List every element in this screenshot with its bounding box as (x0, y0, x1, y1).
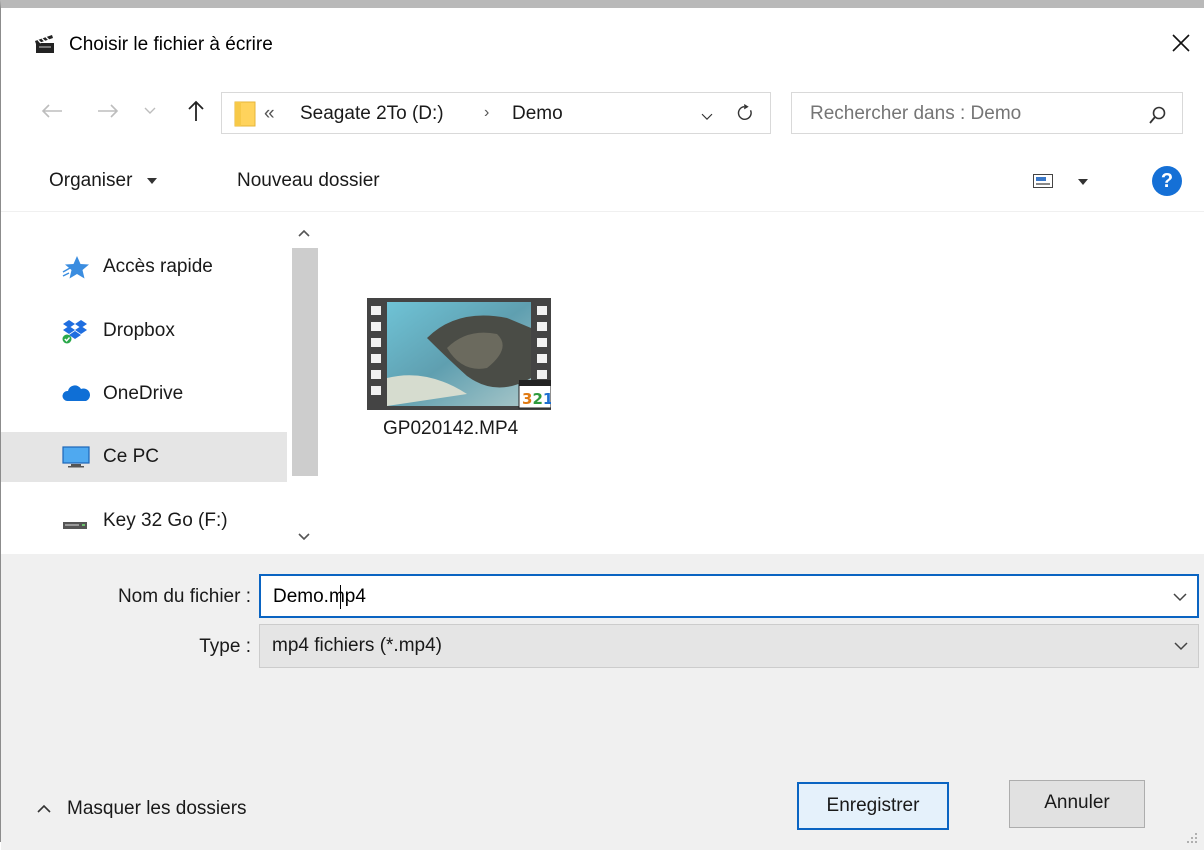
cancel-button[interactable]: Annuler (1009, 780, 1145, 828)
filename-label: Nom du fichier : (117, 586, 251, 607)
sidebar-item-label: Key 32 Go (F:) (103, 510, 228, 531)
media-player-badge-icon: 321 (518, 380, 551, 409)
folder-icon (234, 101, 256, 127)
clapperboard-icon (35, 35, 54, 53)
new-folder-button[interactable]: Nouveau dossier (237, 170, 380, 192)
chevron-down-icon (298, 533, 310, 541)
file-type-select[interactable]: mp4 fichiers (*.mp4) (259, 624, 1199, 668)
sidebar-item-label: Ce PC (103, 446, 159, 467)
scroll-up-button[interactable] (295, 224, 313, 242)
sidebar-item-quick-access[interactable]: Accès rapide (1, 242, 287, 292)
resize-grip-icon[interactable] (1186, 832, 1198, 844)
arrow-right-icon (98, 104, 119, 118)
save-options-panel: Nom du fichier : Demo.mp4 Type : mp4 fic… (1, 554, 1204, 850)
breadcrumb-drive[interactable]: Seagate 2To (D:) (300, 103, 444, 125)
chevron-down-icon (1174, 642, 1188, 651)
chevron-up-icon (298, 229, 310, 237)
chevron-up-icon (37, 804, 51, 813)
sidebar-item-label: OneDrive (103, 383, 184, 404)
sidebar-item-dropbox[interactable]: Dropbox (1, 306, 287, 356)
address-dropdown-icon[interactable] (699, 112, 715, 122)
save-button[interactable]: Enregistrer (797, 782, 949, 830)
search-box[interactable] (791, 92, 1183, 134)
view-options-icon[interactable] (1033, 174, 1053, 188)
breadcrumb-overflow[interactable]: « (264, 103, 275, 125)
chevron-down-icon[interactable] (1173, 592, 1187, 602)
arrow-left-icon (41, 104, 62, 118)
sidebar-item-label: Dropbox (103, 320, 175, 341)
type-label: Type : (199, 636, 251, 657)
file-name: GP020142.MP4 (383, 418, 519, 439)
navigation-scrollbar[interactable] (289, 212, 319, 552)
star-icon (62, 256, 89, 279)
forward-button[interactable] (95, 98, 121, 124)
filename-value[interactable]: Demo.mp4 (273, 586, 366, 608)
title-bar: Choisir le fichier à écrire (1, 8, 1204, 78)
recent-locations-button[interactable] (141, 98, 159, 124)
window-title: Choisir le fichier à écrire (69, 34, 273, 55)
close-button[interactable] (1166, 28, 1196, 58)
sidebar-item-onedrive[interactable]: OneDrive (1, 369, 287, 419)
help-icon[interactable]: ? (1152, 166, 1182, 196)
svg-text:321: 321 (522, 390, 551, 408)
organize-label: Organiser (49, 170, 133, 191)
navigation-pane: Accès rapide Dropbox OneDrive Ce PC Key … (1, 212, 319, 552)
up-button[interactable] (183, 98, 209, 124)
breadcrumb-separator[interactable]: › (484, 104, 489, 122)
address-bar[interactable]: « Seagate 2To (D:) › Demo (221, 92, 771, 134)
monitor-icon (62, 446, 90, 468)
close-icon (1172, 34, 1190, 52)
file-list-area: 321 GP020142.MP4 (319, 212, 1204, 552)
text-cursor (340, 585, 341, 609)
file-item[interactable]: 321 GP020142.MP4 (365, 296, 563, 466)
navigation-row: « Seagate 2To (D:) › Demo (1, 86, 1204, 136)
sidebar-item-label: Accès rapide (103, 256, 213, 277)
view-dropdown-icon[interactable] (1077, 178, 1089, 186)
hide-folders-label: Masquer les dossiers (67, 798, 247, 819)
scroll-down-button[interactable] (295, 528, 313, 546)
video-thumbnail: 321 (367, 298, 551, 410)
sidebar-item-this-pc[interactable]: Ce PC (1, 432, 287, 482)
dropbox-icon (62, 320, 87, 344)
sidebar-item-usb-key[interactable]: Key 32 Go (F:) (1, 496, 287, 546)
organize-button[interactable]: Organiser (49, 170, 158, 192)
filename-field[interactable]: Demo.mp4 (259, 574, 1199, 618)
search-input[interactable] (808, 101, 1138, 127)
scrollbar-thumb[interactable] (292, 248, 318, 476)
command-bar: Organiser Nouveau dossier ? (1, 148, 1204, 212)
drive-icon (63, 522, 87, 529)
cloud-icon (62, 385, 90, 401)
breadcrumb-folder[interactable]: Demo (512, 103, 563, 125)
file-save-dialog: Choisir le fichier à écrire « Seagate 2T… (0, 0, 1204, 850)
caret-down-icon (146, 177, 157, 184)
arrow-up-icon (188, 100, 204, 121)
chevron-down-icon (144, 107, 156, 114)
search-icon[interactable] (1148, 105, 1168, 125)
file-type-value: mp4 fichiers (*.mp4) (272, 635, 442, 656)
refresh-icon[interactable] (737, 103, 755, 123)
back-button[interactable] (39, 98, 65, 124)
